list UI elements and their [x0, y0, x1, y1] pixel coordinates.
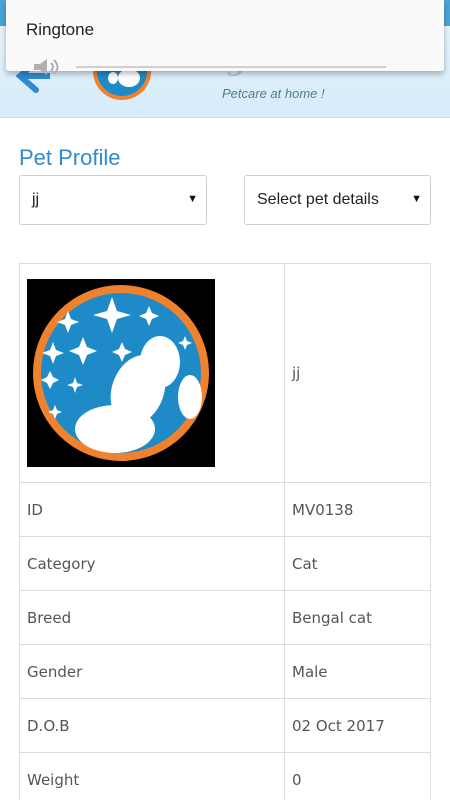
table-row: jj: [19, 263, 431, 483]
row-label: ID: [19, 482, 285, 537]
page-title: Pet Profile: [19, 145, 121, 170]
table-row: D.O.B 02 Oct 2017: [19, 698, 431, 753]
speaker-icon[interactable]: [32, 58, 66, 76]
table-row: Gender Male: [19, 644, 431, 699]
row-value: Bengal cat: [284, 590, 431, 645]
row-label: D.O.B: [19, 698, 285, 753]
pet-details-select[interactable]: Select pet details ▼: [244, 175, 431, 225]
row-value: Cat: [284, 536, 431, 591]
pet-profile-table: jj ID MV0138 Category Cat Breed Bengal c…: [19, 263, 431, 800]
table-row: Breed Bengal cat: [19, 590, 431, 645]
row-label: Breed: [19, 590, 285, 645]
status-accent-right: [444, 0, 450, 26]
row-label: Gender: [19, 644, 285, 699]
row-value: Male: [284, 644, 431, 699]
ringtone-volume-slider[interactable]: [76, 66, 386, 68]
row-value: 02 Oct 2017: [284, 698, 431, 753]
pet-photo-paw-icon: [27, 279, 215, 467]
ringtone-volume-popup: Ringtone: [6, 0, 444, 75]
table-row: Category Cat: [19, 536, 431, 591]
row-label: Category: [19, 536, 285, 591]
ringtone-label: Ringtone: [26, 20, 95, 39]
pet-select-value: jj: [32, 191, 40, 208]
pet-select[interactable]: jj ▼: [19, 175, 207, 225]
chevron-down-icon: ▼: [411, 193, 422, 205]
table-row: Weight 0: [19, 752, 431, 800]
row-value: 0: [284, 752, 431, 800]
pet-photo-cell: [19, 263, 285, 483]
pet-details-select-value: Select pet details: [257, 191, 379, 208]
row-label: Weight: [19, 752, 285, 800]
table-row: ID MV0138: [19, 482, 431, 537]
chevron-down-icon: ▼: [187, 193, 198, 205]
row-value: MV0138: [284, 482, 431, 537]
brand-tagline: Petcare at home !: [222, 86, 325, 101]
pet-name-cell: jj: [284, 263, 431, 483]
